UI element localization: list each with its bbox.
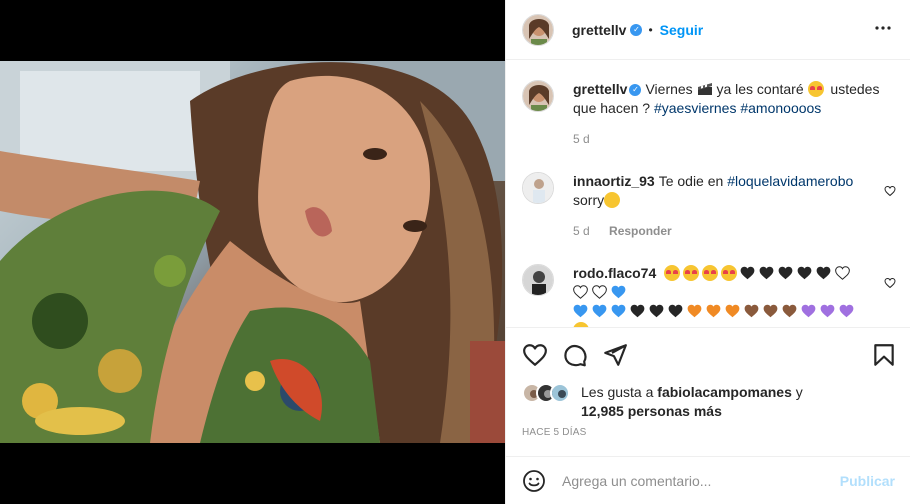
post-header: grettellv ✓ • Seguir bbox=[506, 0, 910, 60]
likers-facepile[interactable] bbox=[522, 383, 578, 405]
heart-eyes-emoji-icon bbox=[683, 265, 700, 281]
comment-text: rodo.flaco74 bbox=[573, 264, 873, 327]
heart-emoji-icon bbox=[801, 304, 816, 318]
post-actions bbox=[522, 342, 897, 368]
comment-username[interactable]: rodo.flaco74 bbox=[573, 265, 656, 281]
comment-input[interactable] bbox=[562, 469, 832, 493]
heart-eyes-emoji-icon bbox=[664, 265, 681, 281]
likes-count[interactable]: 12,985 personas más bbox=[581, 403, 722, 419]
comment-item: innaortiz_93 Te odie en #loquelavidamerob… bbox=[522, 172, 902, 238]
heart-emoji-icon bbox=[725, 304, 740, 318]
comments-list[interactable]: grettellv ✓ Viernes ya les contaré ustedes… bbox=[506, 61, 910, 327]
section-divider bbox=[506, 327, 910, 328]
heart-icon[interactable] bbox=[522, 342, 548, 371]
heart-emoji-icon bbox=[611, 285, 626, 299]
heart-emoji-icon bbox=[835, 266, 851, 280]
likes-conj: y bbox=[795, 384, 803, 400]
post-photo[interactable] bbox=[0, 61, 505, 443]
comment-avatar[interactable] bbox=[522, 264, 554, 296]
post-media bbox=[0, 0, 505, 504]
heart-emoji-icon bbox=[668, 304, 683, 318]
comment-username[interactable]: innaortiz_93 bbox=[573, 173, 655, 189]
post-side-panel: grettellv ✓ • Seguir grettellv ✓ Viernes y bbox=[505, 0, 910, 504]
heart-emoji-icon bbox=[592, 304, 607, 318]
hashtag-link[interactable]: #loquelavidamerobo bbox=[727, 173, 853, 189]
heart-emoji-icon bbox=[649, 304, 664, 318]
emoji-icon[interactable] bbox=[522, 469, 546, 496]
heart-emoji-icon bbox=[573, 304, 588, 318]
heart-emoji-icon bbox=[573, 285, 588, 299]
heart-emoji-icon bbox=[611, 304, 626, 318]
liker-username[interactable]: fabiolacampomanes bbox=[657, 384, 792, 400]
author-avatar[interactable] bbox=[522, 13, 554, 46]
caption-verified-badge-icon: ✓ bbox=[629, 84, 642, 97]
grinning-sweat-emoji-icon bbox=[604, 192, 621, 208]
heart-emoji-icon bbox=[592, 285, 607, 299]
likes-prefix: Les gusta a bbox=[581, 384, 654, 400]
selfie-illustration bbox=[0, 61, 505, 443]
post-time-ago[interactable]: HACE 5 DÍAS bbox=[522, 427, 586, 438]
caption-meta: 5 d bbox=[573, 132, 902, 146]
heart-eyes-emoji-icon bbox=[721, 265, 738, 281]
likes-summary: Les gusta a fabiolacampomanes y 12,985 p… bbox=[522, 383, 897, 421]
comment-text-before: Te odie en bbox=[658, 173, 724, 189]
hashtag-link[interactable]: #amonoooos bbox=[740, 100, 821, 116]
clapper-emoji-icon bbox=[697, 82, 713, 96]
caption-username[interactable]: grettellv bbox=[573, 81, 627, 97]
heart-eyes-emoji-icon bbox=[807, 81, 824, 97]
caption-text-before: Viernes bbox=[645, 81, 693, 97]
comment-text-after: sorry bbox=[573, 192, 605, 208]
reply-button[interactable]: Responder bbox=[609, 224, 672, 238]
comment-meta: 5 d Responder bbox=[573, 224, 902, 238]
heart-eyes-emoji-icon bbox=[702, 265, 719, 281]
caption-text-mid: ya les contaré bbox=[716, 81, 804, 97]
heart-emoji-icon bbox=[820, 304, 835, 318]
heart-emoji-icon bbox=[687, 304, 702, 318]
like-comment-heart-icon[interactable] bbox=[884, 276, 896, 292]
heart-emoji-icon bbox=[816, 266, 831, 280]
likes-text: Les gusta a fabiolacampomanes y 12,985 p… bbox=[581, 383, 897, 421]
follow-button[interactable]: Seguir bbox=[660, 22, 704, 38]
verified-badge-icon: ✓ bbox=[630, 23, 643, 36]
heart-emoji-icon bbox=[763, 304, 778, 318]
heart-emoji-icon bbox=[782, 304, 797, 318]
heart-emoji-icon bbox=[706, 304, 721, 318]
bookmark-icon[interactable] bbox=[871, 342, 897, 371]
paper-plane-icon[interactable] bbox=[602, 342, 628, 371]
author-username[interactable]: grettellv bbox=[572, 22, 626, 38]
comment-text: innaortiz_93 Te odie en #loquelavidamerob… bbox=[573, 172, 902, 210]
heart-emoji-icon bbox=[797, 266, 812, 280]
caption-item: grettellv ✓ Viernes ya les contaré ustedes… bbox=[522, 80, 902, 146]
heart-emoji-icon bbox=[839, 304, 854, 318]
publish-button[interactable]: Publicar bbox=[840, 473, 895, 489]
hashtag-link[interactable]: #yaesviernes bbox=[654, 100, 737, 116]
heart-emoji-row bbox=[573, 303, 858, 319]
caption-text: grettellv ✓ Viernes ya les contaré ustedes… bbox=[573, 80, 902, 118]
comment-icon[interactable] bbox=[562, 342, 588, 371]
more-options-icon[interactable] bbox=[871, 16, 895, 44]
heart-emoji-icon bbox=[630, 304, 645, 318]
like-comment-heart-icon[interactable] bbox=[884, 184, 896, 200]
comment-item: rodo.flaco74 bbox=[522, 264, 902, 327]
heart-emoji-icon bbox=[778, 266, 793, 280]
heart-emoji-icon bbox=[759, 266, 774, 280]
caption-time[interactable]: 5 d bbox=[573, 132, 590, 146]
heart-emoji-icon bbox=[740, 266, 755, 280]
caption-avatar[interactable] bbox=[522, 80, 554, 112]
comment-time[interactable]: 5 d bbox=[573, 224, 590, 238]
heart-emoji-icon bbox=[744, 304, 759, 318]
comment-avatar[interactable] bbox=[522, 172, 554, 204]
add-comment-bar: Publicar bbox=[506, 456, 910, 504]
separator-dot: • bbox=[648, 22, 653, 37]
liker-avatar bbox=[550, 383, 570, 403]
post-modal: grettellv ✓ • Seguir grettellv ✓ Viernes y bbox=[0, 0, 910, 504]
